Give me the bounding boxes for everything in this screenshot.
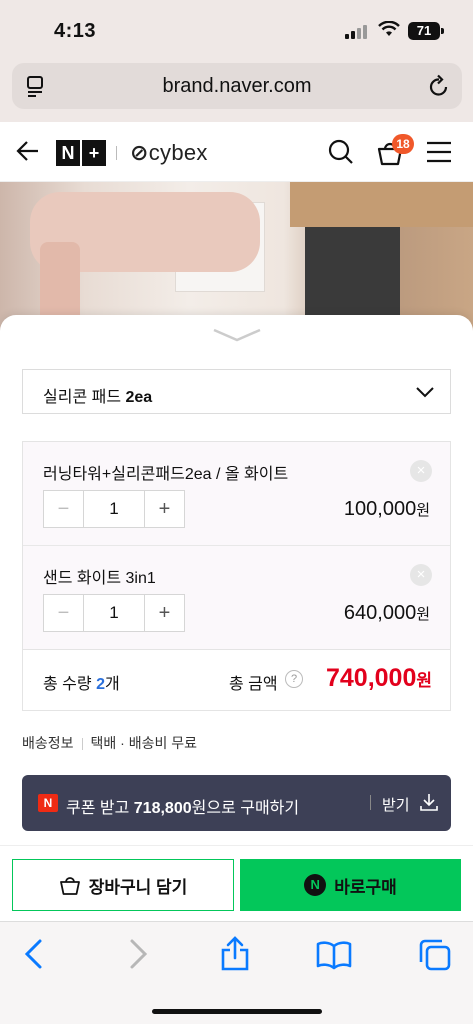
hamburger-menu-icon[interactable] xyxy=(426,141,452,163)
shipping-divider xyxy=(81,738,83,751)
brand-logo[interactable]: ⊘cybex xyxy=(130,140,208,166)
nplus-plus: + xyxy=(82,140,106,166)
bookmarks-icon[interactable] xyxy=(316,940,352,970)
coupon-get-button[interactable]: 받기 xyxy=(382,794,410,815)
product-image-table-leg xyxy=(305,227,400,317)
option-select-label: 실리콘 패드 2ea xyxy=(43,383,152,407)
sheet-collapse-chevron-icon[interactable] xyxy=(212,327,262,343)
coupon-banner[interactable]: N 쿠폰 받고 718,800원으로 구매하기 받기 xyxy=(22,775,451,831)
item-price: 100,000원 xyxy=(344,498,430,521)
back-arrow-icon[interactable] xyxy=(16,140,40,162)
item-name: 샌드 화이트 3in1 xyxy=(43,570,156,587)
coupon-prefix: 쿠폰 받고 xyxy=(66,800,134,817)
total-amount-value: 740,000 xyxy=(325,664,417,692)
product-image xyxy=(0,182,473,332)
item-price-value: 100,000 xyxy=(343,498,417,520)
remove-item-button[interactable]: × xyxy=(410,460,432,482)
item-name: 러닝타워+실리콘패드2ea / 올 화이트 xyxy=(43,466,289,483)
total-amount-currency: 원 xyxy=(416,671,432,690)
quantity-plus-button[interactable]: + xyxy=(144,491,184,527)
coupon-text: 쿠폰 받고 718,800원으로 구매하기 xyxy=(66,794,299,818)
total-quantity-label: 총 수량 xyxy=(43,676,97,693)
url-text[interactable]: brand.naver.com xyxy=(12,75,462,98)
coupon-suffix: 원으로 구매하기 xyxy=(191,800,300,817)
header-divider xyxy=(116,146,117,160)
shipping-value: 택배 · 배송비 무료 xyxy=(90,735,198,751)
item-price-currency: 원 xyxy=(416,502,430,519)
nplus-n: N xyxy=(56,140,80,166)
naver-plus-logo[interactable]: N + xyxy=(56,140,106,166)
purchase-bottom-sheet: 실리콘 패드 2ea 러닝타워+실리콘패드2ea / 올 화이트 × − 1 +… xyxy=(0,315,473,845)
browser-address-area: brand.naver.com xyxy=(0,60,473,122)
quantity-minus-button[interactable]: − xyxy=(44,491,84,527)
total-quantity: 총 수량 2개 xyxy=(43,670,120,694)
browser-forward-icon[interactable] xyxy=(126,938,150,970)
shipping-label: 배송정보 xyxy=(22,735,74,751)
address-bar[interactable]: brand.naver.com xyxy=(12,63,462,109)
browser-toolbar xyxy=(0,921,473,1024)
option-label-text: 실리콘 패드 xyxy=(43,389,126,406)
item-price: 640,000원 xyxy=(344,602,430,625)
help-icon[interactable]: ? xyxy=(285,670,303,688)
buy-now-button[interactable]: N 바로구매 xyxy=(240,859,461,911)
home-indicator xyxy=(152,1009,322,1014)
download-icon[interactable] xyxy=(420,793,438,811)
naver-n-icon: N xyxy=(38,794,58,812)
add-to-cart-label: 장바구니 담기 xyxy=(88,877,188,897)
quantity-value[interactable]: 1 xyxy=(84,491,144,527)
quantity-plus-button[interactable]: + xyxy=(144,595,184,631)
brand-name: cybex xyxy=(148,140,208,165)
chevron-down-icon xyxy=(416,387,434,398)
quantity-minus-button[interactable]: − xyxy=(44,595,84,631)
list-item: 샌드 화이트 3in1 × − 1 + 640,000원 xyxy=(23,546,450,650)
cart-count-badge: 18 xyxy=(392,134,414,154)
total-amount-label: 총 금액 xyxy=(229,676,278,693)
quantity-stepper: − 1 + xyxy=(43,490,185,528)
remove-item-button[interactable]: × xyxy=(410,564,432,586)
list-item: 러닝타워+실리콘패드2ea / 올 화이트 × − 1 + 100,000원 xyxy=(23,442,450,546)
item-price-currency: 원 xyxy=(416,606,430,623)
total-amount: 740,000원 xyxy=(326,664,432,693)
share-icon[interactable] xyxy=(220,936,250,972)
total-quantity-unit: 개 xyxy=(104,676,120,693)
total-quantity-value: 2 xyxy=(96,676,105,693)
add-to-cart-button[interactable]: 장바구니 담기 xyxy=(12,859,234,911)
cart-button[interactable]: 18 xyxy=(376,134,414,171)
order-total: 총 수량 2개 총 금액 ? 740,000원 xyxy=(23,650,450,710)
quantity-value[interactable]: 1 xyxy=(84,595,144,631)
status-bar: 4:13 71 xyxy=(0,0,473,60)
shopping-bag-icon xyxy=(59,877,80,895)
coupon-amount: 718,800 xyxy=(133,800,192,817)
battery-icon: 71 xyxy=(408,22,444,40)
tabs-icon[interactable] xyxy=(418,938,452,972)
shipping-info: 배송정보 택배 · 배송비 무료 xyxy=(22,733,197,753)
item-price-value: 640,000 xyxy=(343,602,417,624)
naver-pay-icon: N xyxy=(304,874,327,896)
purchase-actions: 장바구니 담기 N 바로구매 xyxy=(0,845,473,921)
reload-icon[interactable] xyxy=(428,74,450,98)
selected-items-list: 러닝타워+실리콘패드2ea / 올 화이트 × − 1 + 100,000원 샌… xyxy=(22,441,451,711)
product-image-table xyxy=(290,182,473,227)
site-header: N + ⊘cybex 18 xyxy=(0,122,473,182)
quantity-stepper: − 1 + xyxy=(43,594,185,632)
option-label-bold: 2ea xyxy=(125,389,153,406)
search-icon[interactable] xyxy=(328,139,354,165)
option-select-dropdown[interactable]: 실리콘 패드 2ea xyxy=(22,369,451,414)
brand-logo-mark-icon: ⊘ xyxy=(130,140,149,165)
browser-back-icon[interactable] xyxy=(22,938,46,970)
wifi-icon xyxy=(378,21,400,36)
coupon-divider xyxy=(370,795,371,810)
status-time: 4:13 xyxy=(54,20,97,42)
cellular-signal-icon xyxy=(345,25,367,39)
buy-now-label: 바로구매 xyxy=(334,877,397,897)
